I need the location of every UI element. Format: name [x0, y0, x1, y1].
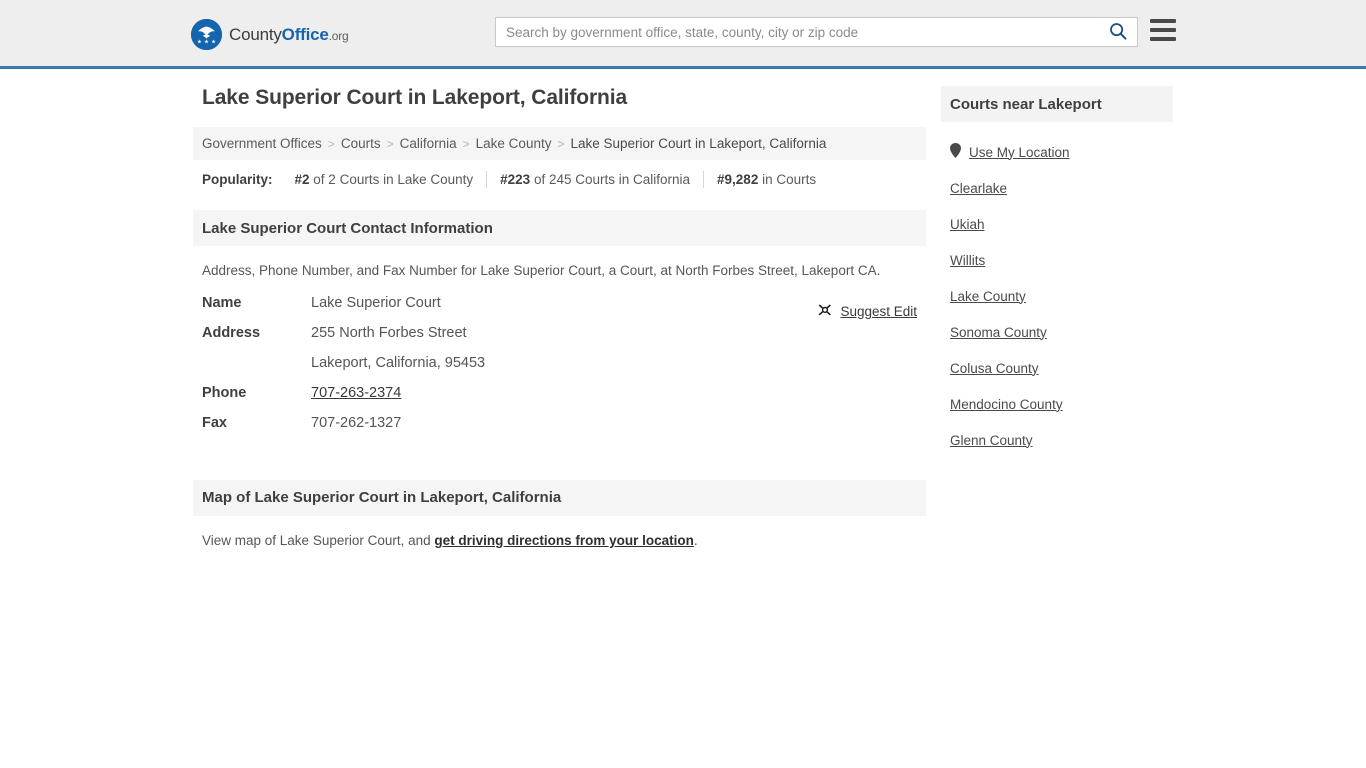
sidebar-link-glenn-county[interactable]: Glenn County: [950, 433, 1033, 448]
popularity-national: #9,282 in Courts: [704, 172, 829, 187]
phone-link[interactable]: 707-263-2374: [311, 385, 401, 401]
sidebar-item-clearlake[interactable]: Clearlake: [950, 170, 1164, 206]
contact-value-name: Lake Superior Court: [311, 294, 441, 311]
sidebar-link-sonoma-county[interactable]: Sonoma County: [950, 325, 1047, 340]
contact-row-name: Name Lake Superior Court: [202, 295, 917, 325]
hamburger-bar: [1150, 37, 1176, 41]
search-bar[interactable]: [495, 17, 1138, 47]
eagle-seal-icon: [191, 19, 222, 50]
sidebar-item-mendocino-county[interactable]: Mendocino County: [950, 386, 1164, 422]
contact-row-address-line2: Lakeport, California, 95453: [202, 355, 917, 385]
sidebar-link-ukiah[interactable]: Ukiah: [950, 217, 985, 232]
contact-value-fax: 707-262-1327: [311, 414, 402, 431]
edit-pencil-icon: [817, 302, 833, 321]
search-button[interactable]: [1099, 18, 1137, 46]
sidebar-item-colusa-county[interactable]: Colusa County: [950, 350, 1164, 386]
popularity-county: #2 of 2 Courts in Lake County: [282, 172, 487, 187]
sidebar: Courts near Lakeport Use My Location Cle…: [941, 86, 1173, 458]
logo-text-office: Office: [281, 25, 329, 44]
map-text-before: View map of Lake Superior Court, and: [202, 532, 435, 548]
hamburger-bar: [1150, 28, 1176, 32]
contact-value-address-line2: Lakeport, California, 95453: [311, 354, 486, 371]
hamburger-bar: [1150, 19, 1176, 23]
breadcrumb-item-lake-county[interactable]: Lake County: [476, 136, 552, 151]
contact-section-heading: Lake Superior Court Contact Information: [193, 210, 926, 246]
map-text-after: .: [693, 532, 698, 548]
search-icon: [1109, 22, 1127, 43]
breadcrumb-item-government-offices[interactable]: Government Offices: [202, 136, 322, 151]
main-column: Lake Superior Court in Lakeport, Califor…: [193, 86, 926, 548]
popularity-county-rank: #2: [294, 171, 310, 187]
contact-info-table: Suggest Edit Name Lake Superior Court Ad…: [193, 295, 926, 445]
breadcrumb-separator-icon: >: [462, 136, 470, 151]
sidebar-item-willits[interactable]: Willits: [950, 242, 1164, 278]
logo-text-org: .org: [328, 29, 349, 43]
contact-row-address: Address 255 North Forbes Street: [202, 325, 917, 355]
contact-row-phone: Phone 707-263-2374: [202, 385, 917, 415]
sidebar-link-colusa-county[interactable]: Colusa County: [950, 361, 1039, 376]
breadcrumb-item-california[interactable]: California: [400, 136, 457, 151]
sidebar-link-clearlake[interactable]: Clearlake: [950, 181, 1007, 196]
logo-text-county: County: [229, 25, 282, 44]
breadcrumb-item-courts[interactable]: Courts: [341, 136, 381, 151]
content-container: Lake Superior Court in Lakeport, Califor…: [193, 86, 1173, 548]
contact-value-phone: 707-263-2374: [311, 385, 401, 401]
sidebar-list: Use My Location Clearlake Ukiah Willits …: [941, 122, 1173, 458]
map-section-description: View map of Lake Superior Court, and get…: [193, 516, 926, 548]
sidebar-link-mendocino-county[interactable]: Mendocino County: [950, 397, 1063, 412]
contact-key-address: Address: [202, 324, 261, 341]
breadcrumb: Government Offices > Courts > California…: [193, 127, 926, 160]
contact-value-address-line1: 255 North Forbes Street: [311, 324, 467, 341]
driving-directions-link[interactable]: get driving directions from your locatio…: [434, 533, 694, 548]
logo-wordmark: CountyOffice.org: [229, 26, 349, 43]
popularity-national-text: in Courts: [758, 171, 817, 187]
breadcrumb-separator-icon: >: [327, 136, 335, 151]
sidebar-link-use-my-location[interactable]: Use My Location: [969, 145, 1070, 160]
popularity-state: #223 of 245 Courts in California: [487, 172, 703, 187]
sidebar-item-lake-county[interactable]: Lake County: [950, 278, 1164, 314]
sidebar-item-sonoma-county[interactable]: Sonoma County: [950, 314, 1164, 350]
sidebar-item-use-my-location[interactable]: Use My Location: [950, 134, 1164, 170]
popularity-state-rank: #223: [500, 171, 531, 187]
popularity-state-text: of 245 Courts in California: [530, 171, 691, 187]
contact-row-fax: Fax 707-262-1327: [202, 415, 917, 445]
hamburger-menu-icon[interactable]: [1150, 19, 1176, 41]
page-title: Lake Superior Court in Lakeport, Califor…: [202, 86, 628, 109]
map-section-heading: Map of Lake Superior Court in Lakeport, …: [193, 479, 926, 516]
sidebar-heading: Courts near Lakeport: [941, 86, 1173, 122]
contact-key-name: Name: [202, 294, 242, 311]
sidebar-link-willits[interactable]: Willits: [950, 253, 985, 268]
site-logo[interactable]: CountyOffice.org: [191, 19, 349, 50]
page-body: Lake Superior Court in Lakeport, Califor…: [0, 69, 1366, 548]
search-input[interactable]: [496, 18, 1099, 46]
site-header: CountyOffice.org: [0, 0, 1366, 69]
map-pin-icon: [950, 143, 961, 161]
popularity-row: Popularity: #2 of 2 Courts in Lake Count…: [193, 160, 926, 198]
contact-section-description: Address, Phone Number, and Fax Number fo…: [202, 263, 881, 278]
sidebar-link-lake-county[interactable]: Lake County: [950, 289, 1026, 304]
breadcrumb-item-current: Lake Superior Court in Lakeport, Califor…: [570, 136, 827, 151]
popularity-county-text: of 2 Courts in Lake County: [309, 171, 474, 187]
suggest-edit-label: Suggest Edit: [840, 303, 917, 319]
breadcrumb-separator-icon: >: [386, 136, 394, 151]
suggest-edit-button[interactable]: Suggest Edit: [817, 302, 917, 321]
sidebar-item-glenn-county[interactable]: Glenn County: [950, 422, 1164, 458]
sidebar-item-ukiah[interactable]: Ukiah: [950, 206, 1164, 242]
contact-key-phone: Phone: [202, 384, 247, 401]
breadcrumb-separator-icon: >: [557, 136, 565, 151]
popularity-national-rank: #9,282: [717, 171, 759, 187]
popularity-label: Popularity:: [202, 171, 273, 187]
contact-key-fax: Fax: [202, 414, 227, 431]
